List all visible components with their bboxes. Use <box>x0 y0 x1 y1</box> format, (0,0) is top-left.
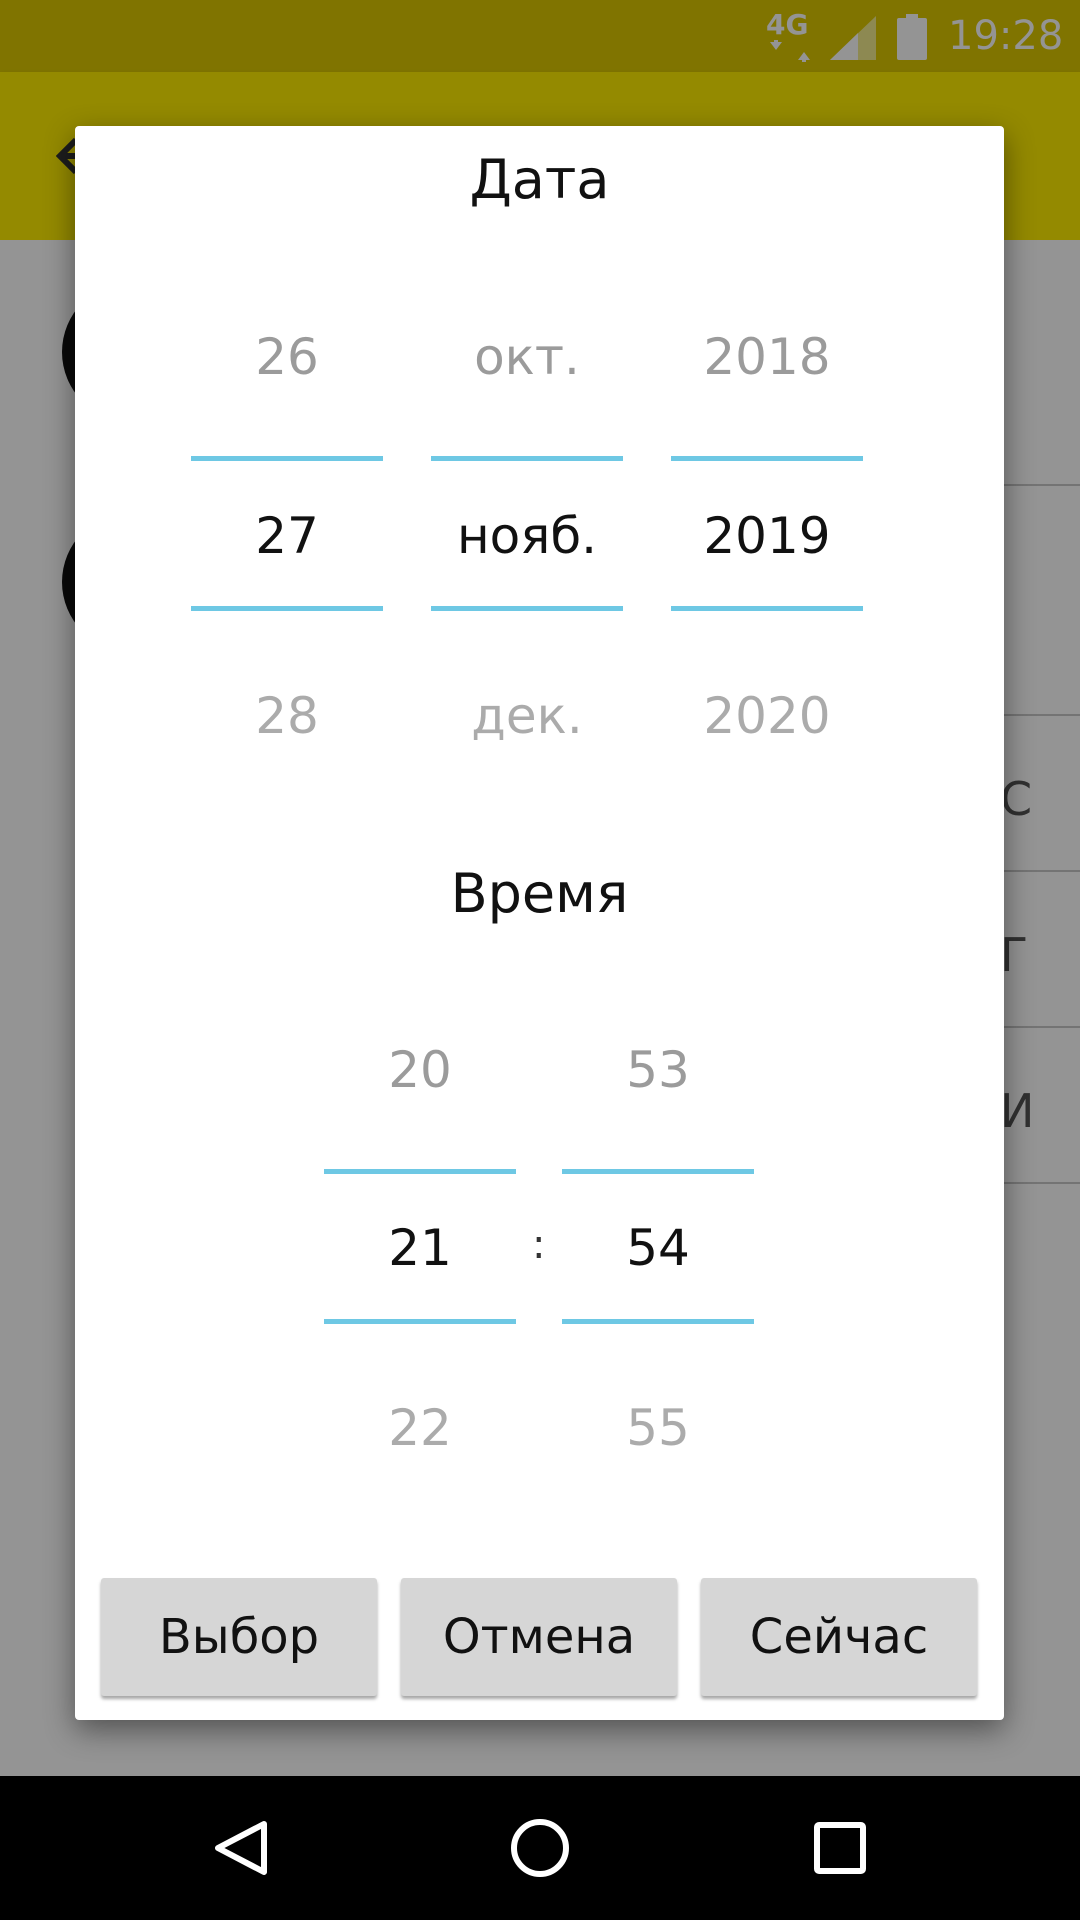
picker-line <box>324 1169 516 1174</box>
date-time-dialog: Дата 26 27 28 окт. нояб. дек. 2018 2019 … <box>75 126 1004 1720</box>
back-icon[interactable] <box>168 1776 312 1920</box>
now-button[interactable]: Сейчас <box>701 1578 977 1696</box>
hour-next[interactable]: 22 <box>324 1398 516 1458</box>
year-next[interactable]: 2020 <box>671 686 863 746</box>
date-title: Дата <box>469 148 610 211</box>
picker-line <box>191 606 383 611</box>
picker-line <box>671 606 863 611</box>
day-prev[interactable]: 26 <box>191 327 383 387</box>
minute-next[interactable]: 55 <box>562 1398 754 1458</box>
picker-line <box>562 1319 754 1324</box>
picker-line <box>191 456 383 461</box>
minute-selected[interactable]: 54 <box>562 1218 754 1278</box>
time-title: Время <box>450 862 629 925</box>
minute-prev[interactable]: 53 <box>562 1040 754 1100</box>
select-button[interactable]: Выбор <box>101 1578 377 1696</box>
picker-line <box>562 1169 754 1174</box>
day-next[interactable]: 28 <box>191 686 383 746</box>
year-prev[interactable]: 2018 <box>671 327 863 387</box>
picker-line <box>431 456 623 461</box>
day-selected[interactable]: 27 <box>191 506 383 566</box>
month-prev[interactable]: окт. <box>431 327 623 387</box>
year-selected[interactable]: 2019 <box>671 506 863 566</box>
cancel-button[interactable]: Отмена <box>401 1578 677 1696</box>
month-selected[interactable]: нояб. <box>431 506 623 566</box>
time-separator: : <box>532 1222 546 1268</box>
picker-line <box>324 1319 516 1324</box>
picker-line <box>431 606 623 611</box>
navigation-bar <box>0 1776 1080 1920</box>
recents-icon[interactable] <box>768 1776 912 1920</box>
hour-prev[interactable]: 20 <box>324 1040 516 1100</box>
hour-selected[interactable]: 21 <box>324 1218 516 1278</box>
picker-line <box>671 456 863 461</box>
home-icon[interactable] <box>468 1776 612 1920</box>
month-next[interactable]: дек. <box>431 686 623 746</box>
